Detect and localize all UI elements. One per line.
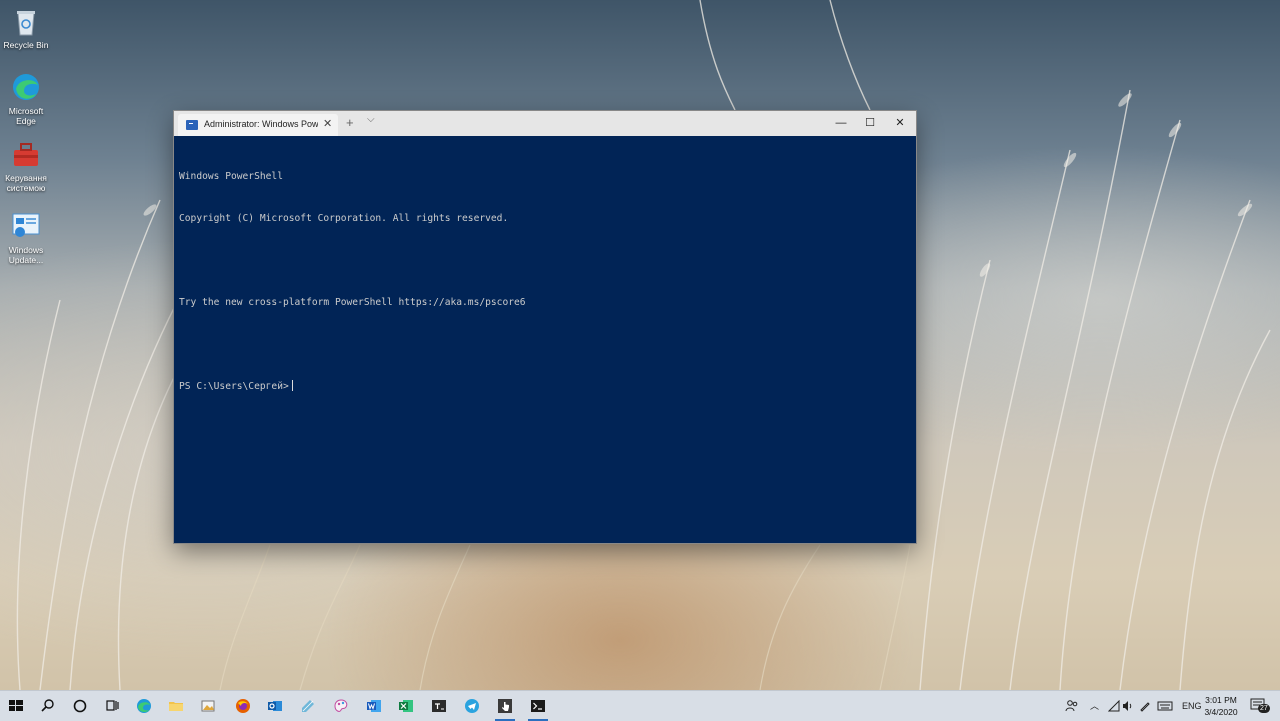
taskbar-pointer-app[interactable] xyxy=(489,691,521,721)
terminal-icon xyxy=(432,700,446,712)
time: 3:01 PM xyxy=(1205,695,1237,705)
desktop-icon-recycle-bin[interactable]: Recycle Bin xyxy=(0,5,52,50)
taskbar-firefox[interactable] xyxy=(227,691,259,721)
terminal-window[interactable]: Administrator: Windows PowerS ✕ + ⌵ — ☐ … xyxy=(174,111,916,543)
taskbar-notepad[interactable] xyxy=(292,691,324,721)
edge-icon xyxy=(137,699,151,713)
terminal-line: Copyright (C) Microsoft Corporation. All… xyxy=(179,213,509,224)
paint-icon xyxy=(334,699,348,712)
windows-update-icon xyxy=(10,210,42,242)
taskbar-telegram[interactable] xyxy=(456,691,488,721)
close-button[interactable]: ✕ xyxy=(884,111,916,136)
notepad-icon xyxy=(302,700,314,712)
folder-icon xyxy=(169,702,183,711)
taskbar-word[interactable] xyxy=(358,691,390,721)
outlook-icon xyxy=(268,701,282,711)
powershell-icon xyxy=(186,120,198,130)
task-view-button[interactable] xyxy=(96,691,128,721)
taskbar-paint[interactable] xyxy=(325,691,357,721)
tab-powershell[interactable]: Administrator: Windows PowerS ✕ xyxy=(178,114,338,136)
desktop-icon-label: Windows Update... xyxy=(8,245,44,265)
firefox-icon xyxy=(236,699,250,713)
word-icon xyxy=(367,700,381,712)
title-bar[interactable]: Administrator: Windows PowerS ✕ + ⌵ — ☐ … xyxy=(174,111,916,136)
desktop-icon-label: Керування системою xyxy=(5,173,47,193)
clock[interactable]: 3:01 PM 3/4/2020 xyxy=(1196,694,1246,718)
cortana-button[interactable] xyxy=(64,691,96,721)
start-button[interactable] xyxy=(0,691,32,721)
telegram-icon xyxy=(465,699,479,713)
recycle-bin-icon xyxy=(10,5,42,37)
chevron-down-icon[interactable]: ⌵ xyxy=(367,114,375,125)
tab-title: Administrator: Windows PowerS xyxy=(204,119,318,129)
desktop-icon-control-panel[interactable]: Керування системою xyxy=(0,138,52,193)
pen-icon[interactable] xyxy=(1139,700,1151,712)
terminal-line: Try the new cross-platform PowerShell ht… xyxy=(179,297,526,308)
desktop-icon-windows-update[interactable]: Windows Update... xyxy=(0,210,52,265)
edge-icon xyxy=(10,71,42,103)
desktop-icon-label: Microsoft Edge xyxy=(8,106,44,126)
taskbar-file-explorer[interactable] xyxy=(160,691,192,721)
taskbar-edge[interactable] xyxy=(128,691,160,721)
excel-icon xyxy=(399,700,413,712)
taskbar-terminal[interactable] xyxy=(423,691,455,721)
date: 3/4/2020 xyxy=(1204,707,1238,717)
taskbar-photos[interactable] xyxy=(192,691,224,721)
text-cursor xyxy=(291,380,293,391)
terminal-output[interactable]: Windows PowerShell Copyright (C) Microso… xyxy=(179,142,909,537)
volume-icon[interactable] xyxy=(1122,700,1134,712)
taskbar-excel[interactable] xyxy=(390,691,422,721)
show-hidden-icons-chevron-icon[interactable]: ︿ xyxy=(1090,691,1099,721)
taskbar-powershell-terminal[interactable] xyxy=(522,691,554,721)
photos-icon xyxy=(201,700,215,712)
taskbar: ︿ ENG 3:01 PM 3/4/2020 27 xyxy=(0,690,1280,721)
notifications-button[interactable]: 27 xyxy=(1250,698,1270,714)
windows-logo-icon xyxy=(9,700,23,711)
search-icon xyxy=(41,699,54,712)
toolbox-icon xyxy=(10,138,42,170)
cortana-icon xyxy=(73,699,87,713)
desktop-icon-label: Recycle Bin xyxy=(3,40,49,50)
terminal-line: Windows PowerShell xyxy=(179,171,283,182)
network-icon[interactable] xyxy=(1108,700,1120,712)
prompt-line[interactable]: PS C:\Users\Сергей> xyxy=(179,380,909,394)
taskbar-outlook[interactable] xyxy=(259,691,291,721)
hand-pointer-icon xyxy=(498,699,512,713)
notification-count-badge: 27 xyxy=(1258,704,1270,713)
task-view-icon xyxy=(106,700,119,711)
maximize-button[interactable]: ☐ xyxy=(854,111,886,136)
desktop-icon-microsoft-edge[interactable]: Microsoft Edge xyxy=(0,71,52,126)
tab-close-icon[interactable]: ✕ xyxy=(323,117,332,130)
keyboard-icon[interactable] xyxy=(1157,700,1173,712)
prompt: PS C:\Users\Сергей> xyxy=(179,381,289,392)
search-button[interactable] xyxy=(32,691,64,721)
people-icon[interactable] xyxy=(1065,699,1079,713)
minimize-button[interactable]: — xyxy=(825,111,857,136)
new-tab-button[interactable]: + xyxy=(346,115,354,130)
powershell-icon xyxy=(531,700,545,712)
